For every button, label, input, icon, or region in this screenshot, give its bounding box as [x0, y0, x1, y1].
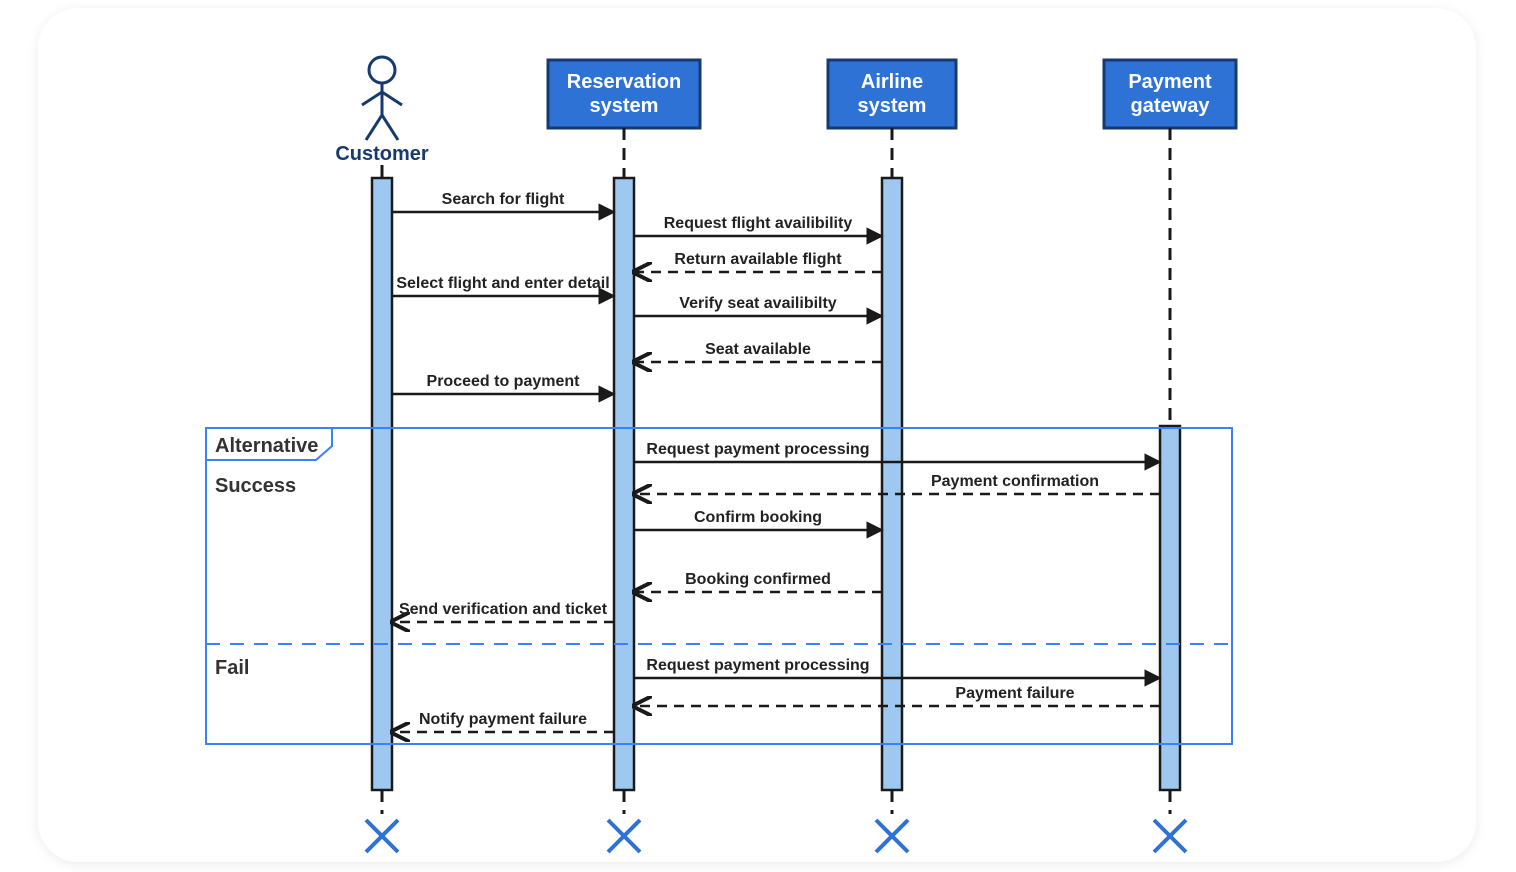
svg-text:gateway: gateway	[1131, 95, 1211, 117]
destruct-customer	[366, 790, 398, 852]
alt-title: Alternative	[215, 435, 318, 457]
alt-success-label: Success	[215, 475, 296, 497]
svg-text:Request payment processing: Request payment processing	[646, 657, 869, 674]
svg-text:Notify payment failure: Notify payment failure	[419, 711, 587, 728]
svg-text:Verify seat availibilty: Verify seat availibilty	[679, 295, 837, 312]
header-payment: Payment gateway	[1104, 60, 1236, 128]
svg-text:Search for flight: Search for flight	[442, 191, 565, 208]
diagram-canvas: Customer Reservation system Airline syst…	[0, 0, 1516, 872]
svg-text:Reservation: Reservation	[567, 71, 682, 93]
svg-text:Payment failure: Payment failure	[955, 685, 1074, 702]
svg-text:Airline: Airline	[861, 71, 923, 93]
header-reservation: Reservation system	[548, 60, 700, 128]
svg-text:system: system	[590, 95, 659, 117]
destruct-airline	[876, 790, 908, 852]
svg-text:Booking confirmed: Booking confirmed	[685, 571, 831, 588]
activation-payment	[1160, 426, 1180, 790]
svg-text:Confirm booking: Confirm booking	[694, 509, 822, 526]
svg-text:system: system	[858, 95, 927, 117]
svg-text:Payment confirmation: Payment confirmation	[931, 473, 1099, 490]
header-airline: Airline system	[828, 60, 956, 128]
actor-label: Customer	[335, 143, 429, 165]
alt-fail-label: Fail	[215, 657, 249, 679]
sequence-diagram-svg: Customer Reservation system Airline syst…	[0, 0, 1516, 872]
svg-text:Seat available: Seat available	[705, 341, 811, 358]
destruct-reservation	[608, 790, 640, 852]
svg-text:Select flight and enter detail: Select flight and enter detail	[396, 275, 609, 292]
activation-customer	[372, 178, 392, 790]
svg-text:Send verification and ticket: Send verification and ticket	[399, 601, 608, 618]
svg-text:Request flight availibility: Request flight availibility	[664, 215, 853, 232]
activation-reservation	[614, 178, 634, 790]
svg-text:Request payment processing: Request payment processing	[646, 441, 869, 458]
svg-text:Return available flight: Return available flight	[674, 251, 842, 268]
actor-customer: Customer	[335, 57, 429, 165]
svg-text:Payment: Payment	[1128, 71, 1212, 93]
destruct-payment	[1154, 790, 1186, 852]
svg-text:Proceed to payment: Proceed to payment	[427, 373, 581, 390]
activation-airline	[882, 178, 902, 790]
